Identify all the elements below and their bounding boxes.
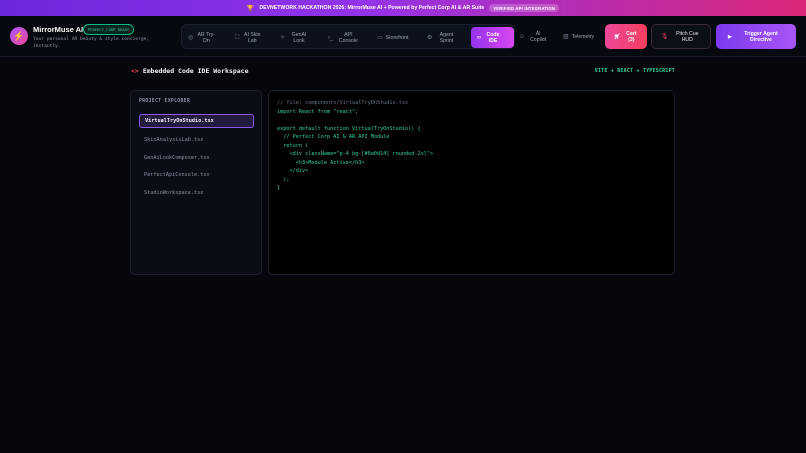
code-icon: ‹› bbox=[477, 34, 481, 41]
pitch-cue-button[interactable]: 🎙︎ Pitch Cue HUD bbox=[651, 24, 711, 49]
app-title: MirrorMuse AI bbox=[33, 25, 84, 34]
code-line: <h3>Module Active</h3> bbox=[277, 159, 365, 166]
code-line: import React from "react"; bbox=[277, 108, 359, 115]
tab-label: GenAI Look bbox=[291, 31, 307, 44]
trophy-icon: 🏆 bbox=[246, 5, 255, 12]
scan-icon: ⛶ bbox=[235, 34, 240, 41]
tab-telemetry[interactable]: ▥ Telemetry bbox=[563, 26, 603, 47]
main-nav: ◎ AR Try-On ⛶ AI Skin Lab ✧ GenAI Look ›… bbox=[181, 24, 515, 49]
tab-label: API Console bbox=[338, 31, 358, 44]
tab-label: Agent Sprint bbox=[439, 31, 454, 44]
banner-text: DEVNETWORK HACKATHON 2026: MirrorMuse AI… bbox=[259, 5, 485, 11]
tab-code-ide[interactable]: ‹› Code IDE bbox=[471, 27, 514, 48]
file-item-studioworkspace[interactable]: StudioWorkspace.tsx bbox=[139, 186, 254, 200]
workspace-title: <> Embedded Code IDE Workspace bbox=[131, 67, 249, 75]
trigger-label: Trigger Agent Directive bbox=[744, 30, 778, 43]
project-explorer: PROJECT EXPLORER VirtualTryOnStudio.tsx … bbox=[130, 90, 262, 275]
app-subtitle: Your personal AR beauty & style concierg… bbox=[33, 37, 150, 49]
tab-label: Storefront bbox=[385, 34, 409, 41]
tab-api-console[interactable]: ›_ API Console bbox=[328, 27, 364, 48]
cart-button[interactable]: 🛒︎ Cart (3) bbox=[605, 24, 647, 49]
camera-icon: ◎ bbox=[188, 34, 194, 41]
workspace-title-text: Embedded Code IDE Workspace bbox=[142, 67, 249, 75]
bot-icon: ☺ bbox=[519, 33, 526, 40]
code-line: export default function VirtualTryOnStud… bbox=[277, 125, 421, 132]
file-item-perfectapiconsole[interactable]: PerfectApiConsole.tsx bbox=[139, 168, 254, 182]
tab-ai-skin-lab[interactable]: ⛶ AI Skin Lab bbox=[235, 27, 267, 48]
tab-storefront[interactable]: ▭ Storefront bbox=[377, 27, 417, 48]
play-icon: ▶ bbox=[728, 33, 732, 40]
tab-genai-look[interactable]: ✧ GenAI Look bbox=[280, 27, 316, 48]
cart-label: Cart (3) bbox=[626, 30, 637, 43]
tab-label: Telemetry bbox=[571, 33, 595, 40]
tab-label: AI Copilot bbox=[530, 30, 547, 43]
sparkles-icon: ✧ bbox=[280, 34, 286, 41]
verified-badge: VERIFIED API INTEGRATION bbox=[489, 4, 560, 12]
tab-ar-try-on[interactable]: ◎ AR Try-On bbox=[188, 27, 222, 48]
mic-icon: 🎙︎ bbox=[660, 33, 669, 40]
code-icon: <> bbox=[131, 67, 139, 75]
cart-icon: 🛒︎ bbox=[613, 33, 621, 40]
file-item-skinanalysislab[interactable]: SkinAnalysisLab.tsx bbox=[139, 133, 254, 147]
trigger-agent-button[interactable]: ▶ Trigger Agent Directive bbox=[716, 24, 796, 49]
code-line: ); bbox=[277, 176, 290, 183]
explorer-title: PROJECT EXPLORER bbox=[139, 99, 191, 104]
file-item-genailookcomposer[interactable]: GenAiLookComposer.tsx bbox=[139, 151, 254, 165]
tab-label: AR Try-On bbox=[197, 31, 216, 44]
stack-tag: VITE + REACT + TYPESCRIPT bbox=[594, 68, 675, 74]
hackathon-banner: 🏆 DEVNETWORK HACKATHON 2026: MirrorMuse … bbox=[0, 0, 806, 16]
terminal-icon: ›_ bbox=[328, 34, 334, 41]
code-line: // file: components/VirtualTryOnStudio.t… bbox=[277, 100, 409, 106]
gear-icon: ⚙ bbox=[427, 34, 433, 41]
bag-icon: ▭ bbox=[377, 34, 383, 41]
tab-ai-copilot[interactable]: ☺ AI Copilot bbox=[519, 26, 553, 47]
pitch-label: Pitch Cue HUD bbox=[676, 30, 699, 43]
status-badge: PERFECT_CORP_READY bbox=[83, 23, 135, 35]
lightning-logo-icon: ⚡ bbox=[10, 27, 28, 45]
tab-agent-sprint[interactable]: ⚙ Agent Sprint bbox=[427, 27, 463, 48]
code-line: } bbox=[277, 185, 281, 191]
chart-icon: ▥ bbox=[563, 33, 569, 40]
file-item-virtualtryonstudio[interactable]: VirtualTryOnStudio.tsx bbox=[139, 114, 254, 128]
tab-label: Code IDE bbox=[486, 31, 500, 44]
tab-label: AI Skin Lab bbox=[243, 31, 261, 44]
code-line: return ( bbox=[277, 142, 309, 149]
code-line: <div className="p-4 bg-[#0a0d14] rounded… bbox=[277, 151, 434, 157]
code-line: // Perfect Corp AI & AR API Module bbox=[277, 134, 390, 140]
code-line: </div> bbox=[277, 168, 309, 174]
code-editor[interactable]: // file: components/VirtualTryOnStudio.t… bbox=[268, 90, 675, 275]
